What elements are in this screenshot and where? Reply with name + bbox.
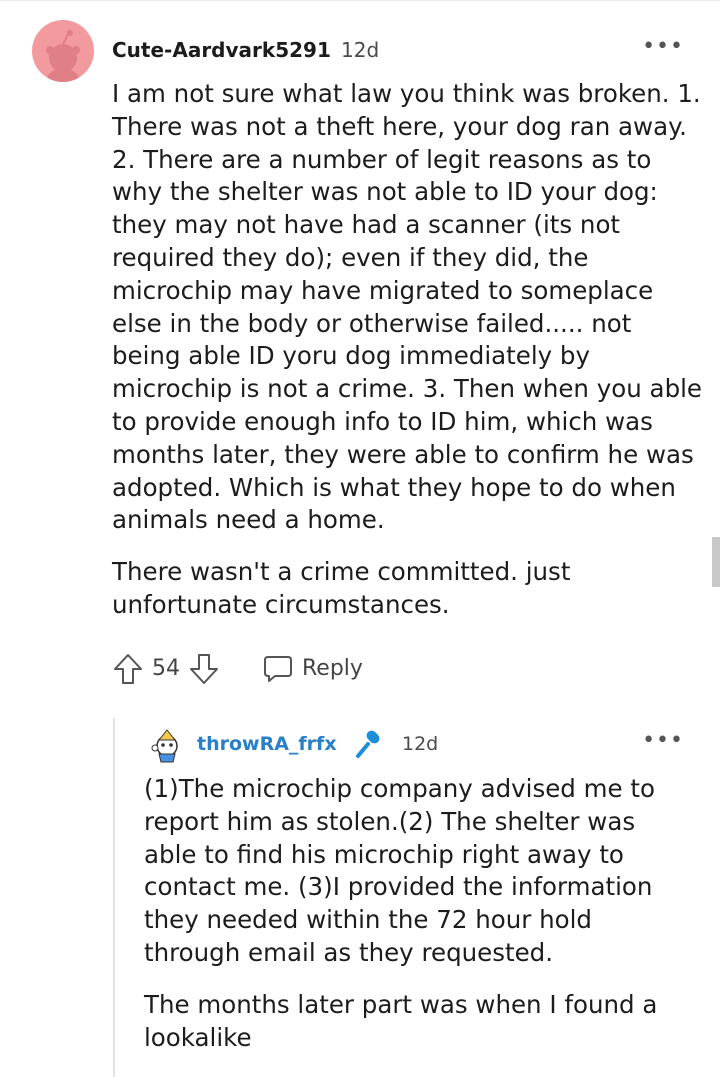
thread-line[interactable] xyxy=(113,718,115,1077)
comment-paragraph: (1)The microchip company advised me to r… xyxy=(144,774,655,967)
top-divider xyxy=(0,0,720,1)
comment-paragraph: I am not sure what law you think was bro… xyxy=(112,79,702,535)
more-options-icon[interactable]: ••• xyxy=(642,34,684,59)
scrollbar[interactable] xyxy=(712,537,720,587)
comment-actions: 54 Reply xyxy=(112,650,512,690)
snoo-avatar-icon[interactable] xyxy=(32,20,94,82)
more-options-icon[interactable]: ••• xyxy=(642,728,684,753)
upvote-icon[interactable] xyxy=(112,652,144,686)
comment-paragraph: There wasn't a crime committed. just unf… xyxy=(112,557,571,619)
comment-body: I am not sure what law you think was bro… xyxy=(112,78,702,641)
comment-paragraph: The months later part was when I found a… xyxy=(144,989,658,1052)
comment-timestamp: 12d xyxy=(341,38,380,62)
snoo-avatar-icon[interactable] xyxy=(147,724,187,764)
reply-icon[interactable] xyxy=(262,654,294,684)
vote-score: 54 xyxy=(152,656,180,681)
microphone-icon xyxy=(356,730,380,758)
comment-author[interactable]: Cute-Aardvark5291 xyxy=(112,38,331,62)
comment-body: (1)The microchip company advised me to r… xyxy=(144,773,684,1073)
downvote-icon[interactable] xyxy=(188,652,220,686)
comment-author[interactable]: throwRA_frfx xyxy=(197,733,337,755)
reply-button[interactable]: Reply xyxy=(302,656,363,681)
comment-timestamp: 12d xyxy=(402,733,439,755)
